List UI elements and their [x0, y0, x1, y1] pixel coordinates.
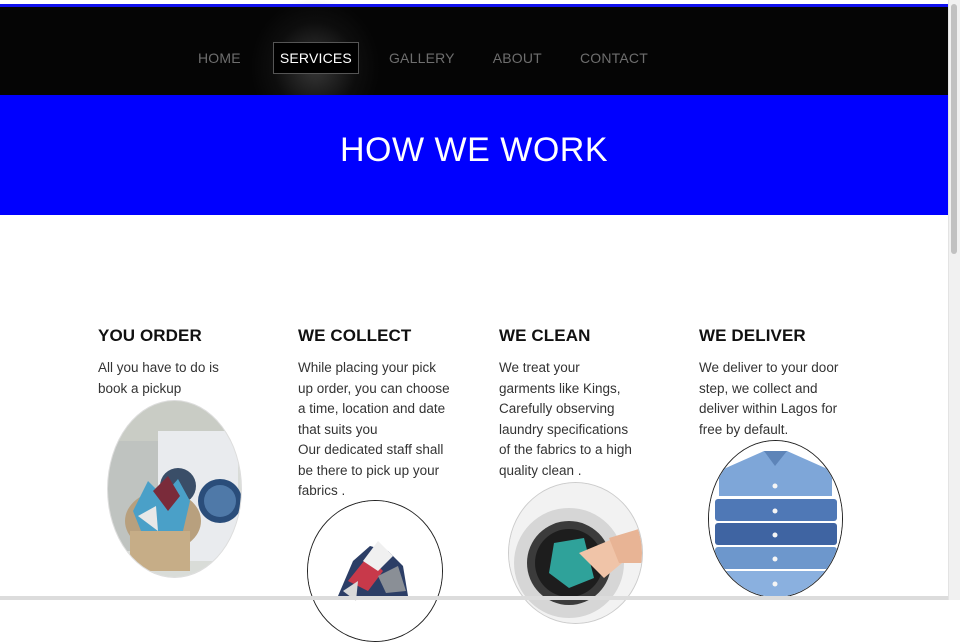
- step-we-deliver: WE DELIVER We deliver to your door step,…: [699, 326, 859, 440]
- folded-shirts-image: [708, 440, 843, 598]
- laundry-basket-image: [107, 400, 242, 578]
- nav-contact[interactable]: CONTACT: [580, 50, 648, 66]
- step-we-collect: WE COLLECT While placing your pick up or…: [298, 326, 458, 502]
- nav-menu: HOME SERVICES GALLERY ABOUT CONTACT: [198, 42, 686, 74]
- vertical-scrollbar[interactable]: [948, 0, 960, 600]
- step-text: While placing your pick up order, you ca…: [298, 360, 450, 498]
- bottom-edge: [0, 596, 948, 600]
- step-text: All you have to do is book a pickup: [98, 360, 219, 396]
- step-title: WE CLEAN: [499, 326, 591, 345]
- step-title: WE COLLECT: [298, 326, 412, 345]
- page-title: HOW WE WORK: [339, 131, 609, 169]
- hero-banner: HOW WE WORK: [0, 95, 948, 215]
- step-title: WE DELIVER: [699, 326, 806, 345]
- nav-services[interactable]: SERVICES: [272, 42, 359, 74]
- navigation-bar: HOME SERVICES GALLERY ABOUT CONTACT: [0, 0, 950, 137]
- step-title: YOU ORDER: [98, 326, 202, 345]
- nav-home[interactable]: HOME: [198, 50, 241, 66]
- clothes-pile-image: [307, 500, 443, 642]
- nav-gallery[interactable]: GALLERY: [389, 50, 455, 66]
- step-we-clean: WE CLEAN We treat your garments like Kin…: [499, 326, 659, 481]
- step-text: We treat your garments like Kings, Caref…: [499, 360, 632, 478]
- washing-machine-image: [508, 482, 643, 624]
- scroll-thumb[interactable]: [951, 4, 957, 254]
- nav-about[interactable]: ABOUT: [493, 50, 542, 66]
- step-you-order: YOU ORDER All you have to do is book a p…: [98, 326, 258, 399]
- step-text: We deliver to your door step, we collect…: [699, 360, 839, 437]
